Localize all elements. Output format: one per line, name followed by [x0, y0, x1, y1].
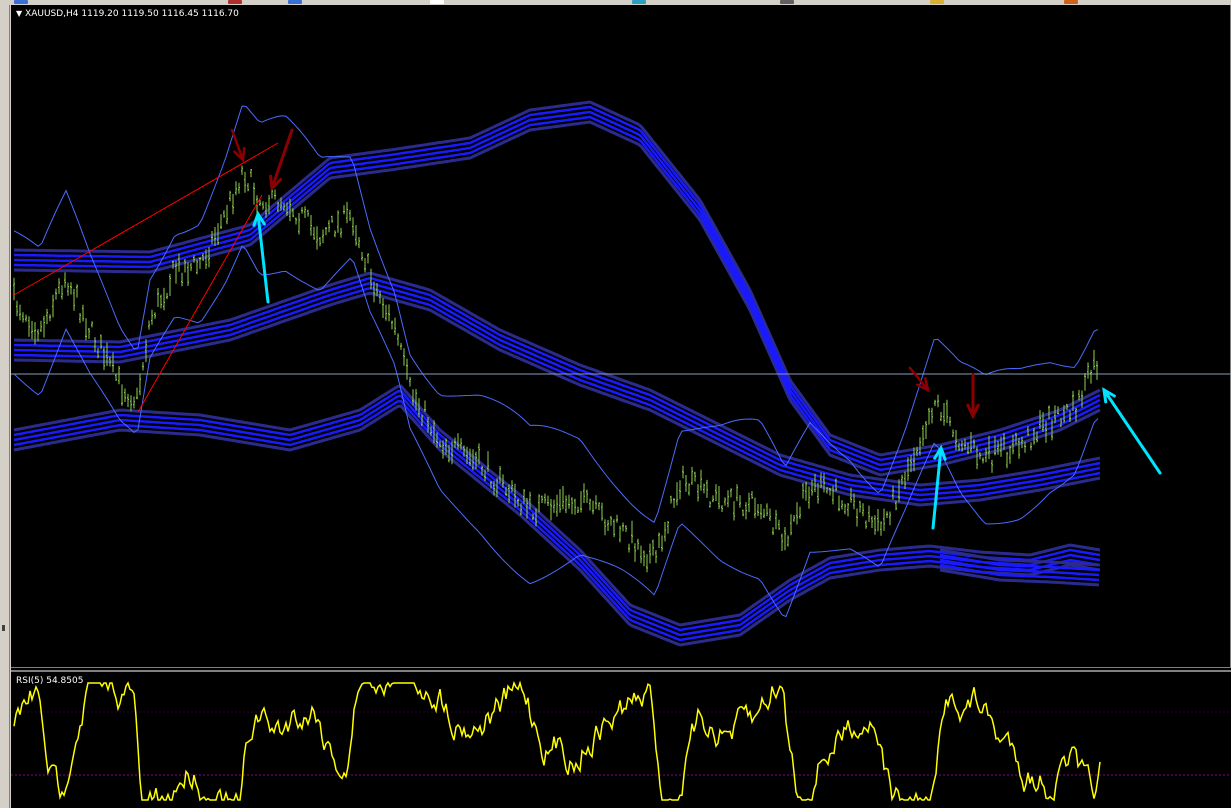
main-plot [11, 100, 1231, 647]
upper-envelope-band-2 [14, 115, 1101, 472]
down-arrow-icon [230, 128, 246, 163]
down-arrow-icon [269, 128, 294, 192]
down-arrow-icon [908, 366, 930, 393]
up-arrow-icon [1102, 387, 1162, 475]
chart-canvas [11, 100, 1231, 802]
triangle-down-icon[interactable]: ▼ [16, 9, 22, 18]
symbol-label: XAUUSD,H4 [25, 9, 79, 19]
middle-envelope-band-2 [13, 287, 1101, 502]
rsi-plot [11, 680, 1231, 802]
up-arrow-icon-shaft [1102, 388, 1162, 475]
upper-envelope-band-1 [14, 110, 1101, 467]
upper-envelope-outer-1 [14, 120, 1101, 477]
middle-envelope-band-0 [13, 277, 1101, 492]
ohlc-label: 1119.20 1119.50 1116.45 1116.70 [81, 9, 239, 19]
rsi-header: RSI(5) 54.8505 [16, 676, 83, 686]
chart-header: ▼ XAUUSD,H4 1119.20 1119.50 1116.45 1116… [16, 9, 239, 19]
rsi-label: RSI(5) 54.8505 [16, 676, 84, 686]
lower-envelope-band-2 [13, 399, 1101, 642]
upper-envelope-band-0 [14, 105, 1101, 462]
down-arrow-icon-shaft [270, 128, 294, 190]
lower-envelope-outer-1 [13, 404, 1101, 647]
lower-envelope-tail-outer-0 [939, 548, 1100, 567]
trendline-lower [137, 194, 263, 413]
middle-envelope-band-1 [13, 282, 1101, 497]
down-arrow-icon [966, 373, 980, 420]
rsi-line [13, 680, 1101, 802]
